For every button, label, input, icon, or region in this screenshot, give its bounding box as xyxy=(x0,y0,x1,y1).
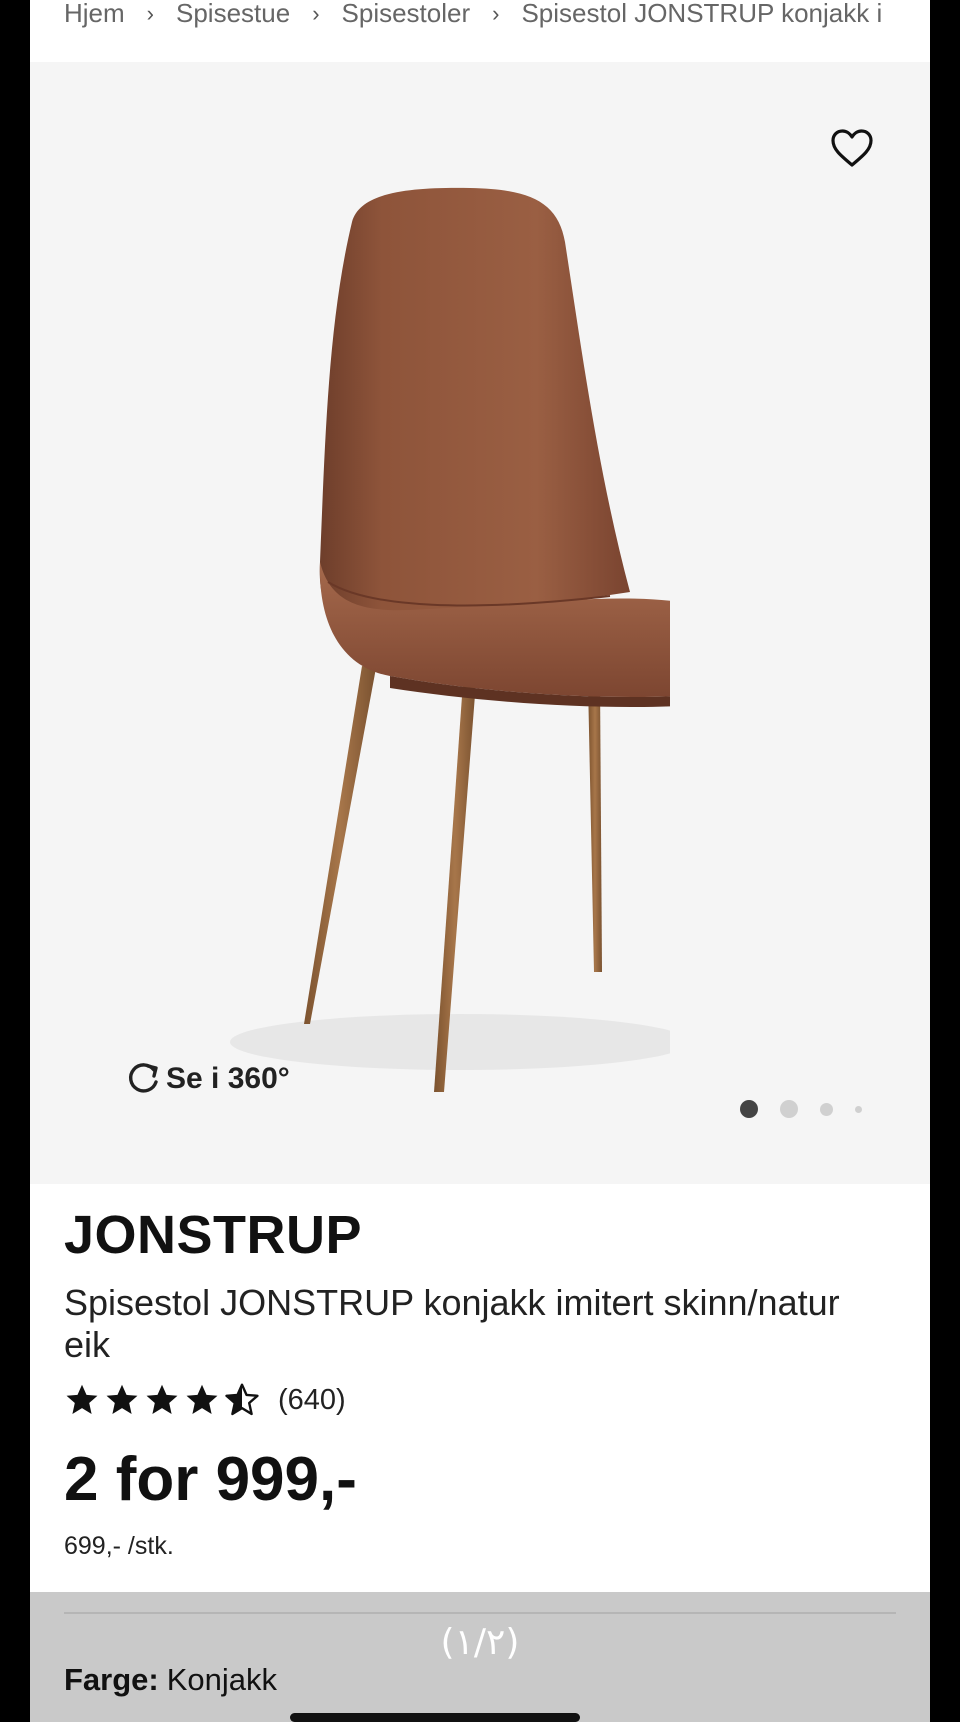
carousel-dot[interactable] xyxy=(740,1100,758,1118)
color-selector-overlay: (١/٢) Farge: Konjakk xyxy=(30,1592,930,1722)
breadcrumb-separator: › xyxy=(312,1,320,26)
unit-price: 699,- /stk. xyxy=(64,1532,174,1560)
color-label: Farge: xyxy=(64,1662,159,1697)
breadcrumb-separator: › xyxy=(492,1,500,26)
product-description: Spisestol JONSTRUP konjakk imitert skinn… xyxy=(64,1282,840,1365)
star-filled-icon xyxy=(146,1384,178,1414)
star-filled-icon xyxy=(106,1384,138,1414)
rating-count: (640) xyxy=(278,1383,346,1416)
view-360-button[interactable]: Se i 360° xyxy=(124,1060,290,1098)
carousel-dot[interactable] xyxy=(820,1102,833,1116)
product-image-gallery[interactable]: Se i 360° xyxy=(30,62,930,1184)
product-image-chair xyxy=(230,187,670,1092)
carousel-dot[interactable] xyxy=(780,1100,798,1118)
breadcrumb-home[interactable]: Hjem xyxy=(64,0,125,26)
color-selector[interactable]: Farge: Konjakk xyxy=(64,1662,277,1698)
star-filled-icon xyxy=(66,1384,98,1414)
product-info: JONSTRUP Spisestol JONSTRUP konjakk imit… xyxy=(30,1184,930,1592)
home-indicator xyxy=(290,1713,580,1722)
product-page: Hjem › Spisestue › Spisestoler › Spisest… xyxy=(30,0,930,1722)
breadcrumb-current-product: Spisestol JONSTRUP konjakk i xyxy=(521,0,883,28)
breadcrumb: Hjem › Spisestue › Spisestoler › Spisest… xyxy=(30,0,930,62)
star-filled-icon xyxy=(186,1384,218,1414)
rotate-icon xyxy=(128,1063,158,1093)
product-brand: JONSTRUP xyxy=(64,1205,363,1265)
breadcrumb-dining-chairs[interactable]: Spisestoler xyxy=(342,0,471,26)
product-rating[interactable]: (640) xyxy=(64,1382,346,1418)
carousel-dots xyxy=(740,1100,884,1118)
heart-icon[interactable] xyxy=(830,128,874,168)
star-half-icon xyxy=(225,1383,259,1416)
breadcrumb-dining-room[interactable]: Spisestue xyxy=(176,0,290,26)
breadcrumb-separator: › xyxy=(146,1,154,26)
divider xyxy=(64,1612,896,1614)
color-value: Konjakk xyxy=(166,1662,278,1697)
page-indicator: (١/٢) xyxy=(440,1622,520,1663)
product-price: 2 for 999,- xyxy=(64,1445,357,1514)
carousel-dot[interactable] xyxy=(855,1105,862,1113)
view-360-label: Se i 360° xyxy=(166,1062,290,1095)
